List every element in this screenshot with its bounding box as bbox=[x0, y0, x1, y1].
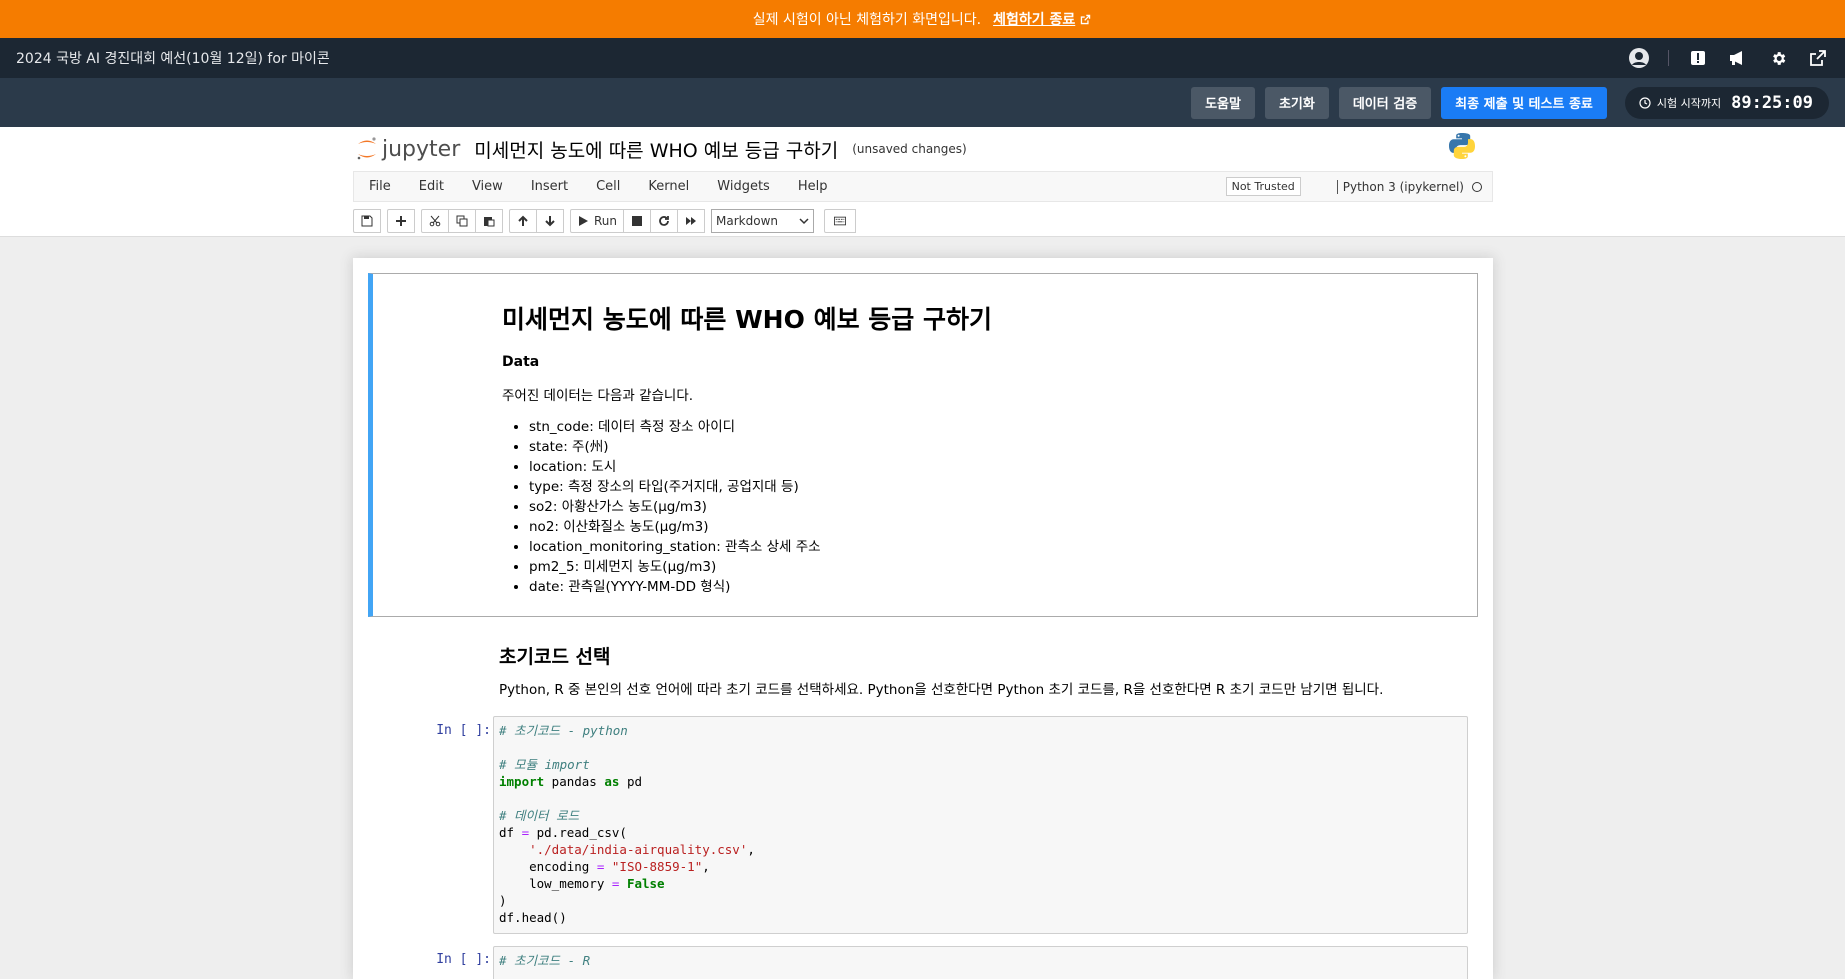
jupyter-icon bbox=[357, 137, 376, 160]
notebook-heading: 미세먼지 농도에 따른 WHO 예보 등급 구하기 bbox=[502, 305, 992, 334]
avatar[interactable] bbox=[1628, 47, 1650, 69]
restart-run-all-button[interactable] bbox=[677, 209, 706, 233]
gear-icon[interactable] bbox=[1767, 47, 1789, 69]
menu-insert[interactable]: Insert bbox=[517, 179, 582, 194]
command-palette-button[interactable] bbox=[824, 209, 857, 233]
field-list: stn_code: 데이터 측정 장소 아이디 state: 주(州) loca… bbox=[502, 417, 821, 597]
notice-icon[interactable] bbox=[1687, 47, 1709, 69]
paste-icon bbox=[484, 217, 495, 227]
copy-icon bbox=[456, 215, 468, 227]
interrupt-button[interactable] bbox=[623, 209, 652, 233]
run-label: Run bbox=[594, 214, 618, 228]
help-button[interactable]: 도움말 bbox=[1191, 86, 1255, 119]
insert-cell-button[interactable] bbox=[387, 209, 415, 233]
validate-data-button[interactable]: 데이터 검증 bbox=[1338, 86, 1432, 119]
menu-view[interactable]: View bbox=[458, 179, 517, 194]
list-item: location_monitoring_station: 관측소 상세 주소 bbox=[529, 537, 821, 557]
save-status: (unsaved changes) bbox=[852, 142, 967, 156]
run-button[interactable]: Run bbox=[570, 209, 625, 233]
megaphone-icon[interactable] bbox=[1727, 47, 1749, 69]
jupyter-logo-text: jupyter bbox=[382, 136, 461, 162]
floppy-icon bbox=[361, 215, 373, 227]
section-heading: 초기코드 선택 bbox=[499, 646, 611, 668]
menu-cell[interactable]: Cell bbox=[582, 179, 634, 194]
menu-help[interactable]: Help bbox=[784, 179, 842, 194]
markdown-cell-selected[interactable]: 미세먼지 농도에 따른 WHO 예보 등급 구하기 Data 주어진 데이터는 … bbox=[368, 273, 1478, 617]
action-bar: 도움말 초기화 데이터 검증 최종 제출 및 테스트 종료 시험 시작까지 89… bbox=[0, 78, 1845, 127]
trust-badge[interactable]: Not Trusted bbox=[1225, 177, 1301, 196]
external-link-icon[interactable] bbox=[1807, 47, 1829, 69]
paste-button[interactable] bbox=[475, 209, 503, 233]
fast-forward-icon bbox=[686, 217, 697, 225]
cut-button[interactable] bbox=[421, 209, 449, 233]
jupyter-header: jupyter 미세먼지 농도에 따른 WHO 예보 등급 구하기 (unsav… bbox=[0, 127, 1845, 237]
timer-label: 시험 시작까지 bbox=[1656, 96, 1722, 110]
arrow-down-icon bbox=[545, 216, 555, 227]
data-label: Data bbox=[502, 354, 540, 370]
stop-icon bbox=[632, 216, 643, 226]
list-item: no2: 이산화질소 농도(μg/m3) bbox=[529, 517, 821, 537]
save-button[interactable] bbox=[353, 209, 381, 233]
play-icon bbox=[579, 216, 588, 226]
notebook-name[interactable]: 미세먼지 농도에 따른 WHO 예보 등급 구하기 bbox=[474, 136, 838, 163]
contest-title: 2024 국방 AI 경진대회 예선(10월 12일) for 마이콘 bbox=[16, 51, 330, 67]
cell-type-select[interactable]: Markdown bbox=[711, 209, 815, 233]
exam-timer: 시험 시작까지 89:25:09 bbox=[1624, 86, 1829, 119]
list-item: location: 도시 bbox=[529, 457, 821, 477]
external-link-icon bbox=[1081, 14, 1091, 24]
code-cell-r[interactable]: # 초기코드 - R bbox=[493, 946, 1468, 979]
menu-edit[interactable]: Edit bbox=[405, 179, 458, 194]
exit-trial-label: 체험하기 종료 bbox=[993, 12, 1076, 28]
menu-file[interactable]: File bbox=[354, 179, 405, 194]
clock-icon bbox=[1639, 96, 1651, 109]
restart-button[interactable] bbox=[650, 209, 679, 233]
chevron-down-icon bbox=[799, 218, 809, 225]
code-editor[interactable]: # 초기코드 - python # 모듈 import import panda… bbox=[494, 717, 1467, 931]
list-item: stn_code: 데이터 측정 장소 아이디 bbox=[529, 417, 821, 437]
exit-trial-link[interactable]: 체험하기 종료 bbox=[993, 9, 1092, 29]
jupyter-logo[interactable]: jupyter bbox=[356, 136, 460, 162]
timer-value: 89:25:09 bbox=[1731, 92, 1813, 113]
reset-button[interactable]: 초기화 bbox=[1264, 86, 1329, 119]
markdown-cell[interactable]: 초기코드 선택 bbox=[499, 642, 611, 669]
list-item: date: 관측일(YYYY-MM-DD 형식) bbox=[529, 577, 821, 597]
notebook-toolbar: Run Markdown bbox=[353, 208, 857, 234]
scissors-icon bbox=[429, 215, 441, 227]
kernel-indicator[interactable]: Python 3 (ipykernel) bbox=[1336, 179, 1482, 194]
list-item: so2: 아황산가스 농도(μg/m3) bbox=[529, 497, 821, 517]
copy-button[interactable] bbox=[448, 209, 476, 233]
data-intro: 주어진 데이터는 다음과 같습니다. bbox=[502, 388, 694, 404]
cell-prompt: In [ ]: bbox=[436, 952, 491, 967]
python-logo-icon bbox=[1449, 133, 1475, 159]
cell-prompt: In [ ]: bbox=[436, 723, 491, 738]
notebook-container: 미세먼지 농도에 따른 WHO 예보 등급 구하기 Data 주어진 데이터는 … bbox=[353, 258, 1493, 979]
code-editor[interactable]: # 초기코드 - R bbox=[494, 947, 1467, 974]
code-cell-python[interactable]: # 초기코드 - python # 모듈 import import panda… bbox=[493, 716, 1468, 934]
refresh-icon bbox=[659, 216, 669, 226]
kernel-name: Python 3 (ipykernel) bbox=[1342, 179, 1464, 194]
section-text: Python, R 중 본인의 선호 언어에 따라 초기 코드를 선택하세요. … bbox=[499, 682, 1384, 698]
list-item: state: 주(州) bbox=[529, 437, 821, 457]
app-header: 2024 국방 AI 경진대회 예선(10월 12일) for 마이콘 bbox=[0, 38, 1845, 78]
list-item: pm2_5: 미세먼지 농도(μg/m3) bbox=[529, 557, 821, 577]
trial-banner: 실제 시험이 아닌 체험하기 화면입니다. 체험하기 종료 bbox=[0, 0, 1845, 38]
move-up-button[interactable] bbox=[509, 209, 537, 233]
keyboard-icon bbox=[834, 216, 847, 226]
kernel-idle-icon bbox=[1472, 181, 1482, 192]
move-down-button[interactable] bbox=[536, 209, 564, 233]
plus-icon bbox=[396, 216, 406, 226]
menu-kernel[interactable]: Kernel bbox=[634, 179, 703, 194]
divider bbox=[1668, 50, 1669, 66]
trial-message: 실제 시험이 아닌 체험하기 화면입니다. bbox=[752, 12, 982, 28]
menu-bar: File Edit View Insert Cell Kernel Widget… bbox=[353, 171, 1493, 202]
arrow-up-icon bbox=[518, 215, 528, 226]
final-submit-button[interactable]: 최종 제출 및 테스트 종료 bbox=[1441, 86, 1607, 119]
cell-type-value: Markdown bbox=[716, 214, 778, 228]
list-item: type: 측정 장소의 타입(주거지대, 공업지대 등) bbox=[529, 477, 821, 497]
menu-widgets[interactable]: Widgets bbox=[703, 179, 784, 194]
